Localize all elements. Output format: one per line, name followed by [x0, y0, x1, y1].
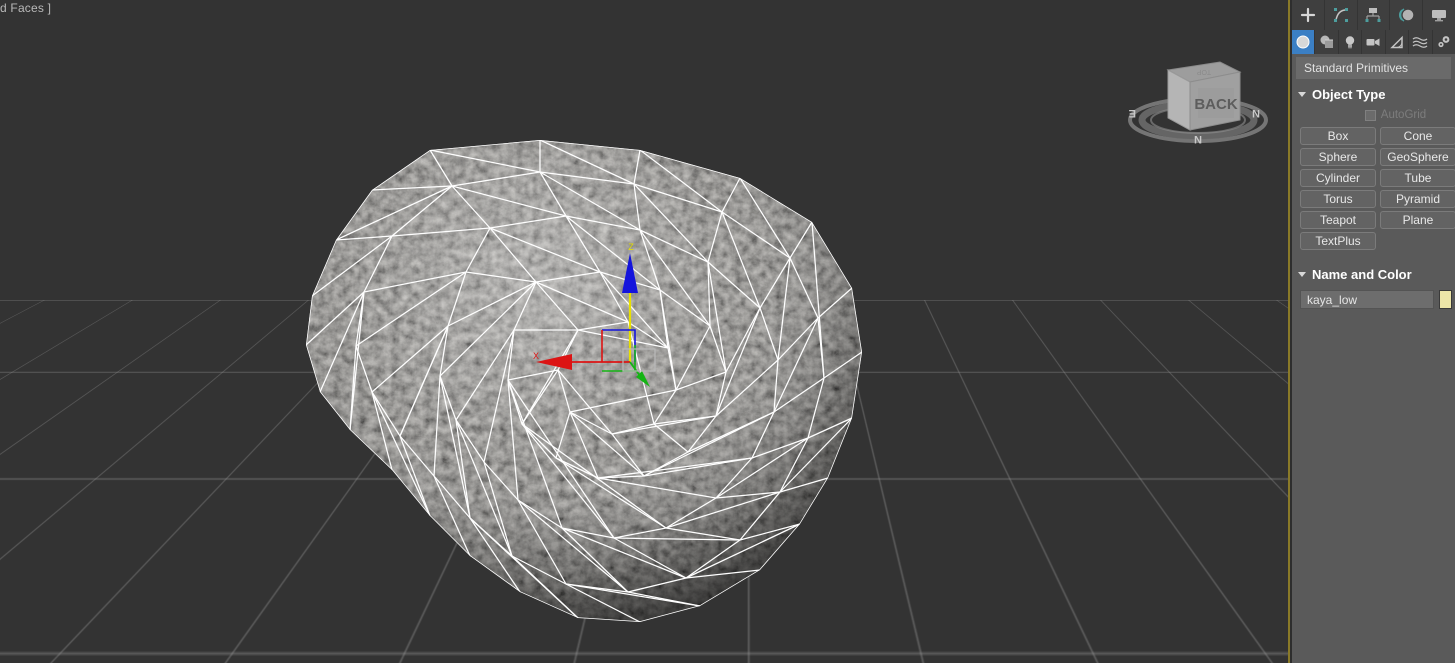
object-type-button-grid: Box Cone Sphere GeoSphere Cylinder Tube … [1300, 127, 1455, 250]
create-pyramid-button[interactable]: Pyramid [1380, 190, 1455, 208]
helpers-tab[interactable] [1385, 30, 1410, 54]
app-root: d Faces ] Z X E N N BACK TOP Standard Pr… [0, 0, 1455, 663]
primitive-category-value: Standard Primitives [1304, 61, 1409, 75]
motion-icon [1399, 8, 1414, 22]
geometry-tab[interactable] [1292, 30, 1316, 54]
autogrid-row[interactable]: AutoGrid [1292, 107, 1455, 123]
systems-tab[interactable] [1432, 30, 1455, 54]
compass-n: N [1194, 133, 1202, 145]
waves-icon [1412, 37, 1428, 48]
hierarchy-tab[interactable] [1357, 0, 1391, 30]
create-torus-button[interactable]: Torus [1300, 190, 1376, 208]
create-cylinder-button[interactable]: Cylinder [1300, 169, 1376, 187]
viewport[interactable]: d Faces ] Z X E N N BACK TOP [0, 0, 1290, 663]
command-panel: Standard Primitives Object Type AutoGrid… [1292, 0, 1455, 663]
autogrid-checkbox[interactable] [1364, 109, 1376, 121]
protractor-icon [1390, 35, 1403, 49]
viewport-label: d Faces ] [0, 1, 52, 15]
create-cone-button[interactable]: Cone [1380, 127, 1455, 145]
modify-tab[interactable] [1324, 0, 1358, 30]
command-panel-main-tabs [1292, 0, 1455, 30]
create-tube-button[interactable]: Tube [1380, 169, 1455, 187]
object-color-swatch[interactable] [1439, 290, 1452, 309]
shapes-icon [1320, 35, 1333, 48]
modify-curve-icon [1333, 8, 1348, 22]
move-transform-gizmo[interactable]: Z X [510, 235, 690, 405]
camera-icon [1366, 38, 1380, 46]
autogrid-label: AutoGrid [1380, 109, 1427, 121]
gizmo-axis-x[interactable]: X [533, 351, 630, 370]
create-tab[interactable] [1292, 0, 1325, 30]
create-teapot-button[interactable]: Teapot [1300, 211, 1376, 229]
gizmo-axis-y[interactable] [629, 361, 650, 387]
gizmo-plane-handles[interactable] [601, 329, 656, 372]
compass-e: N [1252, 107, 1260, 119]
command-panel-category-tabs [1292, 30, 1455, 54]
lightbulb-icon [1345, 36, 1355, 49]
lights-tab[interactable] [1338, 30, 1363, 54]
display-tab[interactable] [1423, 0, 1455, 30]
create-geosphere-button[interactable]: GeoSphere [1380, 148, 1455, 166]
chevron-down-icon [1298, 92, 1306, 97]
viewcube[interactable]: E N N BACK TOP [1128, 52, 1276, 154]
object-type-rollout-header[interactable]: Object Type [1292, 84, 1455, 104]
spacewarps-tab[interactable] [1409, 30, 1433, 54]
name-and-color-rollout-header[interactable]: Name and Color [1292, 264, 1455, 284]
chevron-down-icon [1298, 272, 1306, 277]
viewcube-face-label: BACK [1194, 96, 1237, 113]
svg-text:TOP: TOP [1197, 68, 1212, 75]
motion-tab[interactable] [1390, 0, 1424, 30]
primitive-category-dropdown[interactable]: Standard Primitives [1296, 57, 1451, 79]
compass-w: E [1129, 107, 1136, 119]
create-sphere-button[interactable]: Sphere [1300, 148, 1376, 166]
object-name-input[interactable]: kaya_low [1300, 290, 1434, 309]
create-plane-button[interactable]: Plane [1380, 211, 1455, 229]
create-textplus-button[interactable]: TextPlus [1300, 232, 1376, 250]
object-type-title: Object Type [1312, 86, 1386, 102]
cameras-tab[interactable] [1362, 30, 1386, 54]
svg-text:Z: Z [628, 242, 634, 252]
hierarchy-icon [1365, 8, 1381, 22]
gears-icon [1438, 36, 1450, 48]
sphere-icon [1296, 35, 1310, 49]
viewcube-cube[interactable]: BACK TOP [1166, 61, 1242, 131]
display-monitor-icon [1432, 10, 1447, 22]
svg-text:X: X [533, 351, 539, 361]
create-box-button[interactable]: Box [1300, 127, 1376, 145]
plus-icon [1300, 7, 1315, 23]
shapes-tab[interactable] [1315, 30, 1339, 54]
name-and-color-row: kaya_low [1300, 290, 1455, 309]
name-and-color-title: Name and Color [1312, 266, 1412, 282]
